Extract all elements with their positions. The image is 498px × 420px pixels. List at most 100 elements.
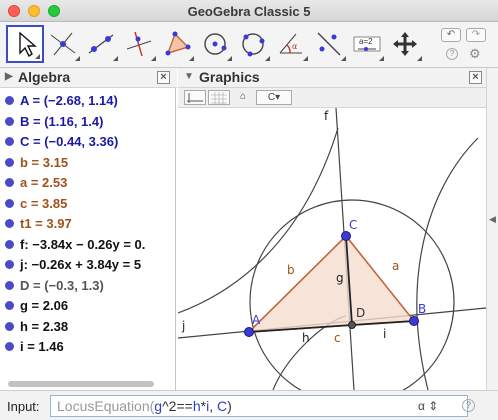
- redo-icon: ↷: [471, 29, 481, 40]
- slider-tool-text: a=2: [359, 37, 373, 46]
- algebra-title: Algebra: [18, 69, 71, 85]
- algebra-item-text: B = (1.16, 1.4): [20, 113, 104, 129]
- visibility-toggle-icon[interactable]: [5, 178, 14, 187]
- grid-toggle-button[interactable]: [208, 90, 230, 105]
- close-icon: ×: [160, 71, 167, 83]
- move-tool[interactable]: [6, 25, 44, 63]
- settings-button[interactable]: ⚙: [469, 46, 481, 62]
- algebra-item-text: g = 2.06: [20, 298, 69, 313]
- algebra-item-text: A = (−2.68, 1.14): [20, 93, 118, 108]
- algebra-item-text: j: −0.26x + 3.84y = 5: [20, 257, 142, 272]
- graphics-header: ▼ Graphics ×: [178, 68, 486, 88]
- visibility-toggle-icon[interactable]: [5, 137, 14, 146]
- reflect-tool[interactable]: [310, 25, 348, 63]
- visibility-toggle-icon[interactable]: [5, 342, 14, 351]
- algebra-item-text: h = 2.38: [20, 318, 69, 334]
- algebra-item-text: c = 3.85: [20, 195, 68, 211]
- right-panel-edge[interactable]: ◀: [486, 68, 498, 390]
- visibility-toggle-icon[interactable]: [5, 239, 14, 249]
- geometry-canvas: f j C A B D a b c g h i: [178, 108, 486, 390]
- graphics-view[interactable]: f j C A B D a b c g h i: [178, 108, 486, 390]
- point-c[interactable]: [341, 231, 351, 241]
- label-side-b: b: [287, 263, 295, 277]
- label-a: A: [252, 313, 261, 327]
- expand-sidebar-icon[interactable]: ◀: [489, 214, 496, 225]
- label-h: h: [302, 331, 310, 345]
- algebra-header: ▶ Algebra ×: [0, 68, 177, 88]
- label-d: D: [356, 306, 365, 320]
- circle-three-points-tool[interactable]: [234, 25, 272, 63]
- input-token: ,: [209, 398, 217, 414]
- circle-three-points-tool-icon: [242, 33, 265, 57]
- visibility-toggle-icon[interactable]: [5, 280, 14, 290]
- gear-icon: ⚙: [469, 46, 481, 61]
- style-dropdown-icon: C▾: [267, 92, 281, 103]
- input-token: LocusEquation(: [57, 398, 155, 414]
- visibility-toggle-icon[interactable]: [5, 157, 14, 167]
- move-graphics-tool[interactable]: [386, 25, 424, 63]
- point-on-object-tool-icon: [50, 32, 76, 56]
- visibility-toggle-icon[interactable]: [5, 260, 14, 269]
- circle-center-tool[interactable]: [196, 25, 234, 63]
- label-f: f: [324, 109, 329, 123]
- point-tool[interactable]: [44, 25, 82, 63]
- visibility-toggle-icon[interactable]: [5, 321, 14, 331]
- undo-icon: ↶: [446, 29, 456, 40]
- line-tool[interactable]: [82, 25, 120, 63]
- polygon-tool[interactable]: [158, 25, 196, 63]
- input-token: g: [154, 398, 163, 414]
- locus-curve-right[interactable]: [416, 137, 479, 390]
- axes-toggle-button[interactable]: [184, 90, 206, 105]
- line-tool-icon: [88, 34, 114, 54]
- alpha-keyboard-button[interactable]: α ⇕: [418, 399, 438, 413]
- algebra-horizontal-scrollbar[interactable]: [8, 381, 154, 387]
- algebra-view: A = (−2.68, 1.14) B = (1.16, 1.4) C = (−0.…: [0, 88, 176, 390]
- label-side-c: c: [334, 331, 341, 345]
- graphics-style-bar: ⌂ C▾: [178, 88, 486, 108]
- visibility-toggle-icon[interactable]: [5, 116, 14, 126]
- collapse-graphics-icon[interactable]: ▼: [184, 71, 194, 82]
- toolbar: α a=2 ↶ ↷ ? ⚙: [0, 22, 498, 68]
- input-token: C: [216, 398, 228, 414]
- grid-toggle-icon: [211, 92, 227, 104]
- label-i: i: [383, 327, 386, 341]
- angle-tool[interactable]: α: [272, 25, 310, 63]
- visibility-toggle-icon[interactable]: [5, 96, 14, 105]
- input-label: Input:: [7, 399, 40, 414]
- close-graphics-button[interactable]: ×: [469, 71, 482, 84]
- input-help-button[interactable]: ?: [462, 399, 475, 412]
- polygon-tool-icon: [165, 31, 191, 56]
- help-button[interactable]: ?: [446, 48, 458, 60]
- label-c: C: [349, 218, 357, 232]
- close-algebra-button[interactable]: ×: [157, 71, 170, 84]
- label-j: j: [181, 319, 185, 333]
- label-side-a: a: [392, 259, 399, 273]
- home-button[interactable]: ⌂: [234, 90, 252, 105]
- move-graphics-view-tool-icon: [393, 32, 417, 56]
- point-d[interactable]: [348, 321, 356, 329]
- collapse-algebra-icon[interactable]: ▶: [5, 71, 13, 82]
- point-a[interactable]: [244, 327, 254, 337]
- circle-center-point-tool-icon: [204, 33, 227, 55]
- help-icon: ?: [465, 400, 471, 410]
- style-dropdown-button[interactable]: C▾: [256, 90, 292, 105]
- visibility-toggle-icon[interactable]: [5, 198, 14, 208]
- label-b: B: [418, 302, 426, 316]
- undo-button[interactable]: ↶: [441, 28, 461, 42]
- slider-tool[interactable]: a=2: [348, 25, 386, 63]
- visibility-toggle-icon[interactable]: [5, 301, 14, 310]
- input-token: h: [192, 398, 201, 414]
- algebra-item-text: b = 3.15: [20, 154, 69, 170]
- visibility-toggle-icon[interactable]: [5, 219, 14, 228]
- reflect-tool-icon: [317, 32, 341, 56]
- point-b[interactable]: [409, 316, 419, 326]
- input-token: ): [227, 398, 232, 414]
- input-token: ^2==: [162, 398, 193, 414]
- algebra-item-text: f: −3.84x − 0.26y = 0.: [20, 236, 146, 252]
- triangle-abc[interactable]: [246, 234, 416, 333]
- label-g: g: [336, 271, 344, 285]
- input-field[interactable]: LocusEquation(g^2==h*i, C): [50, 395, 468, 417]
- redo-button[interactable]: ↷: [466, 28, 486, 42]
- help-icon: ?: [449, 49, 455, 58]
- perpendicular-tool[interactable]: [120, 25, 158, 63]
